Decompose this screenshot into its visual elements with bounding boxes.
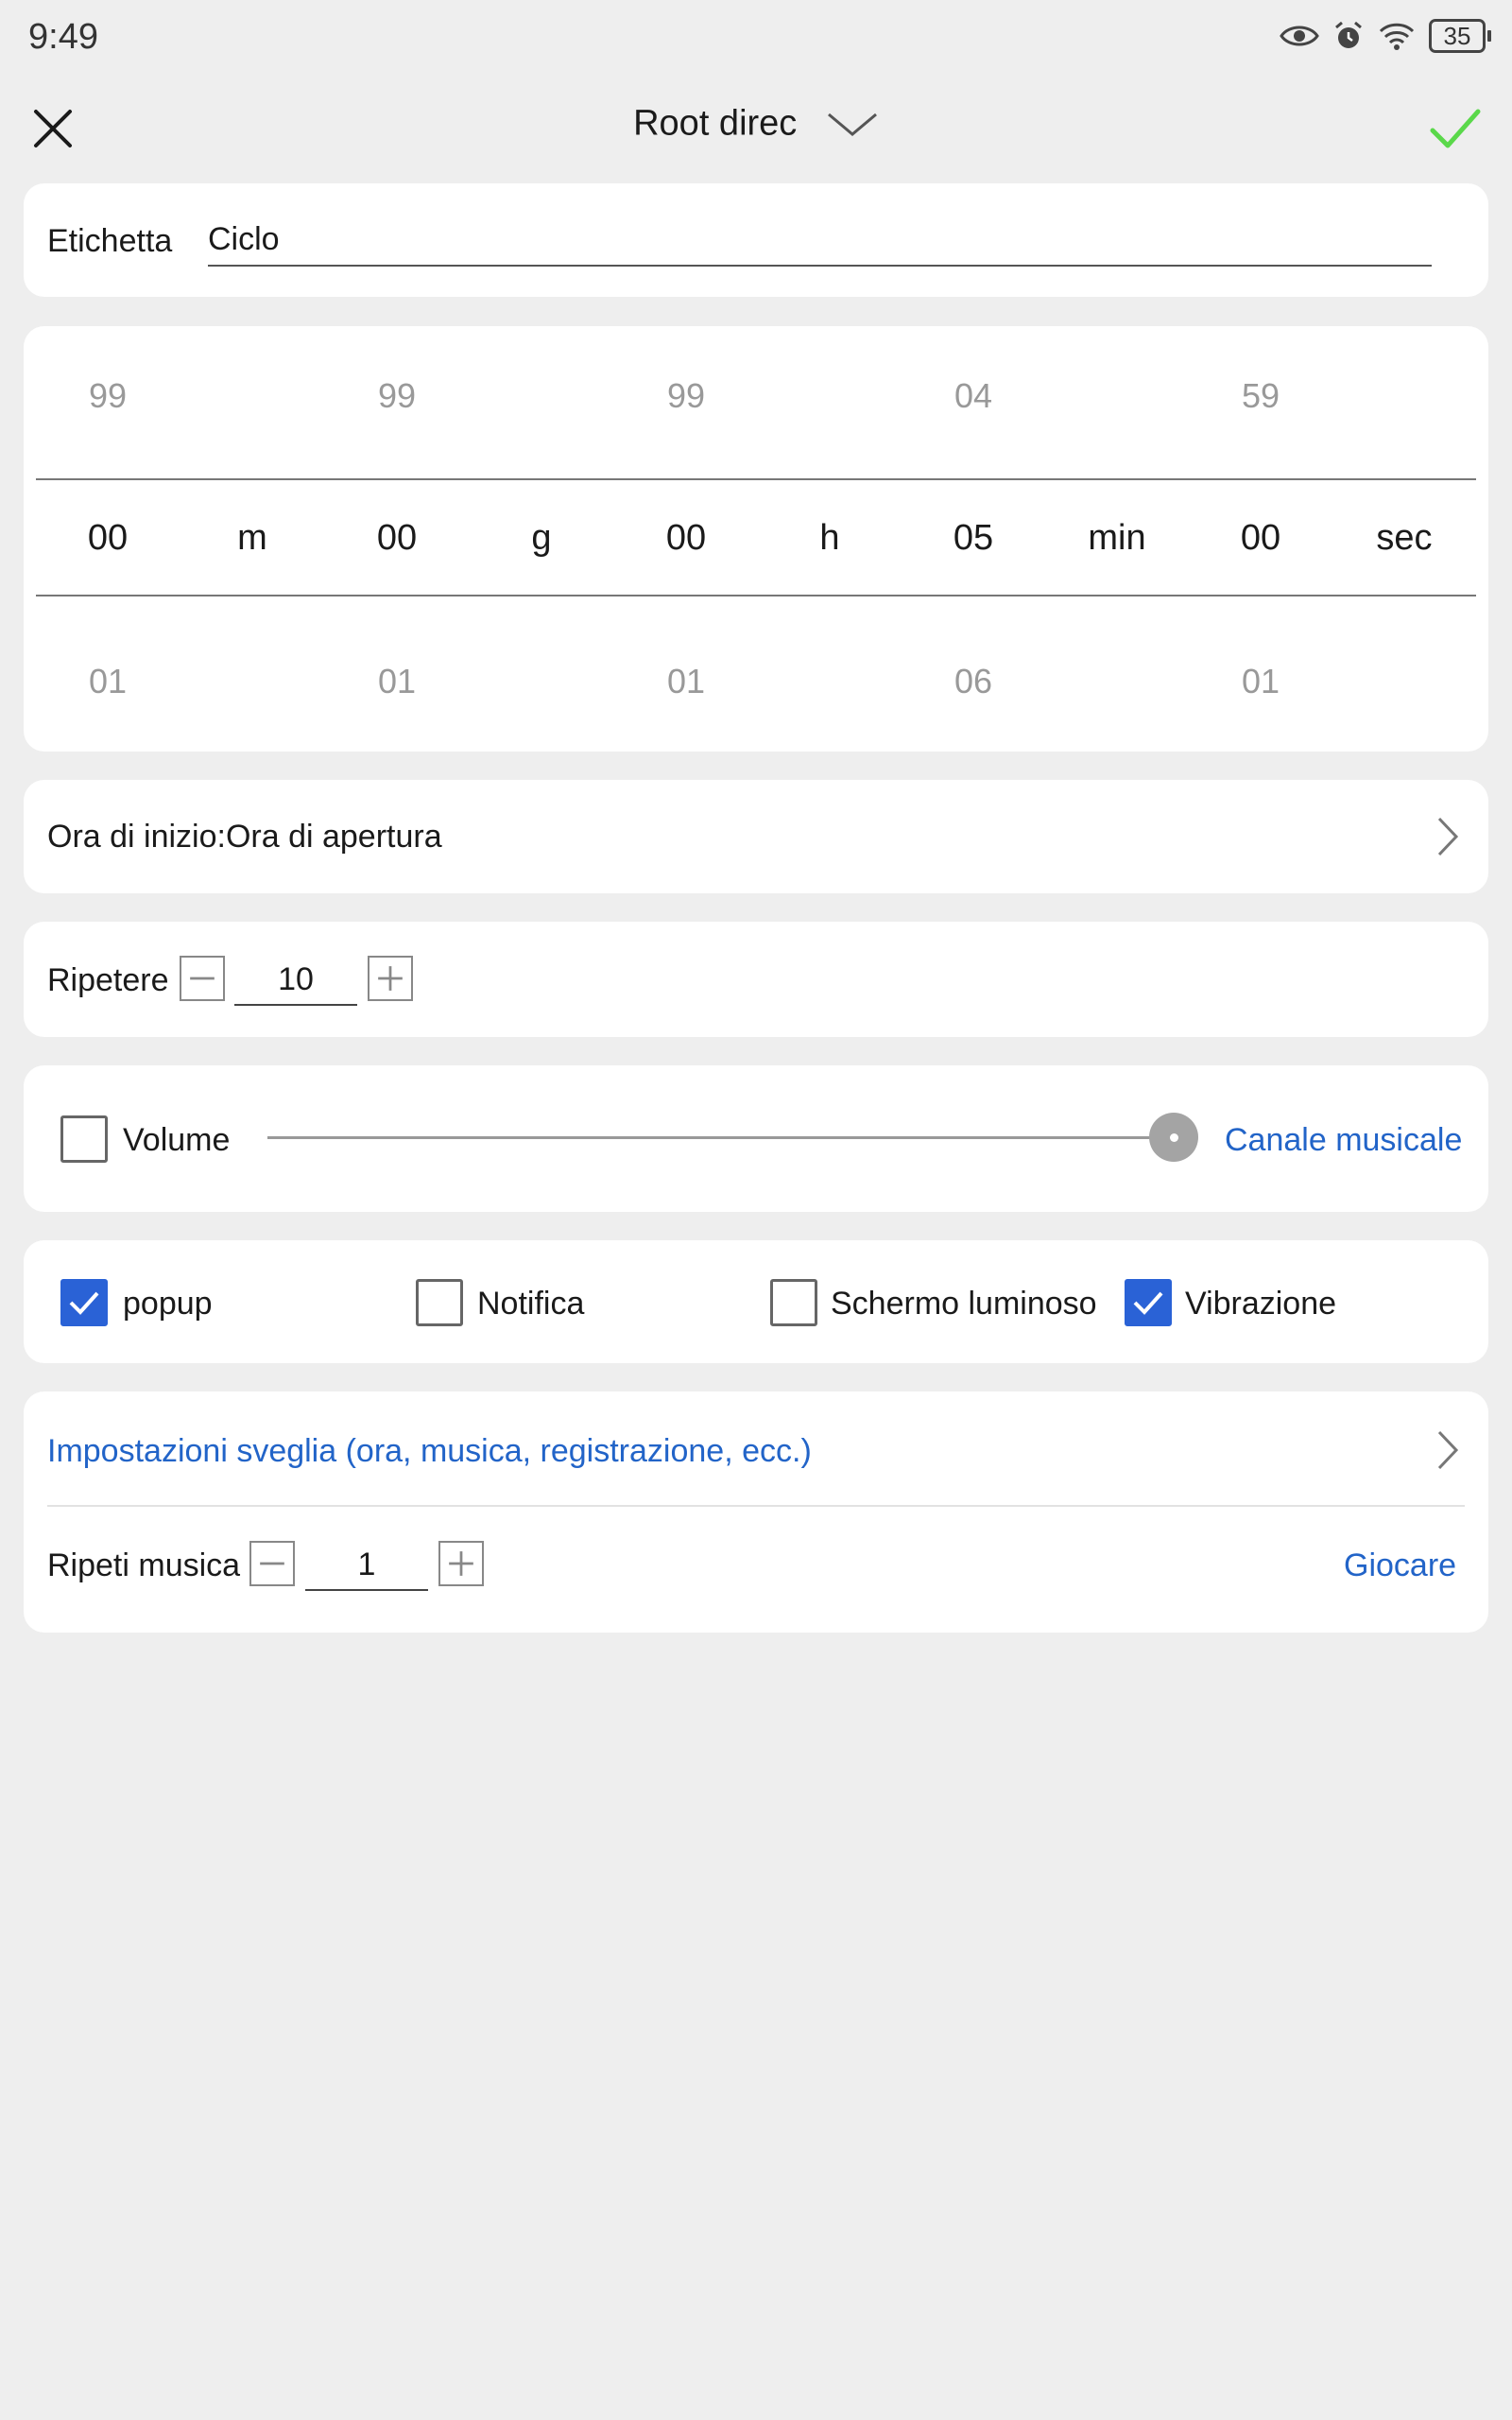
repeat-label: Ripetere [47,962,169,998]
volume-label: Volume [123,1122,231,1158]
chevron-down-icon[interactable] [826,110,879,138]
picker-above-value[interactable]: 59 [1204,376,1317,416]
picker-below-value[interactable]: 01 [340,662,454,701]
check-icon [1133,1291,1163,1315]
picker-unit-label: min [1088,518,1146,558]
label-caption: Etichetta [47,223,173,259]
eye-icon [1280,26,1319,46]
picker-selected-value[interactable]: 00 [629,518,743,559]
picker-unit-label: g [531,518,552,558]
picker-below-value[interactable]: 01 [1204,662,1317,701]
status-time: 9:49 [28,17,98,57]
wifi-icon [1379,23,1415,50]
picker-above-value[interactable]: 04 [917,376,1030,416]
alarm-settings-link[interactable]: Impostazioni sveglia (ora, musica, regis… [47,1433,812,1470]
label-input[interactable] [208,214,1432,267]
divider [47,1505,1465,1507]
notification-label: Notifica [477,1286,585,1322]
alarm-settings-card [24,1392,1488,1633]
picker-below-value[interactable]: 01 [629,662,743,701]
picker-unit-label: h [819,518,840,558]
picker-selected-value[interactable]: 05 [917,518,1030,559]
volume-checkbox[interactable] [60,1115,108,1163]
battery-icon: 35 [1429,19,1491,53]
picker-above-value[interactable]: 99 [340,376,454,416]
bright-screen-checkbox[interactable] [770,1279,817,1326]
picker-below-value[interactable]: 01 [51,662,164,701]
picker-selected-value[interactable]: 00 [1204,518,1317,559]
vibration-checkbox[interactable] [1125,1279,1172,1326]
picker-divider-bottom [36,595,1476,596]
alarm-icon [1335,21,1362,48]
picker-selected-value[interactable]: 00 [340,518,454,559]
popup-label: popup [123,1286,213,1322]
play-link[interactable]: Giocare [1344,1547,1456,1584]
bright-screen-label: Schermo luminoso [831,1286,1097,1322]
picker-unit-label: m [237,518,267,558]
repeat-count-input[interactable] [234,955,357,1006]
start-time-text: Ora di inizio:Ora di apertura [47,819,442,855]
volume-slider-track[interactable] [267,1136,1175,1139]
plus-icon[interactable] [368,956,413,1001]
vibration-label: Vibrazione [1185,1286,1337,1322]
chevron-right-icon[interactable] [1436,1429,1459,1471]
page-title[interactable]: Root direc [0,102,1512,144]
volume-slider-thumb[interactable] [1149,1113,1198,1162]
popup-checkbox[interactable] [60,1279,108,1326]
check-icon[interactable] [1427,104,1484,153]
chevron-right-icon[interactable] [1436,816,1459,857]
picker-below-value[interactable]: 06 [917,662,1030,701]
music-repeat-input[interactable] [305,1540,428,1591]
music-repeat-label: Ripeti musica [47,1547,241,1583]
picker-above-value[interactable]: 99 [629,376,743,416]
picker-unit-label: sec [1376,518,1433,558]
picker-above-value[interactable]: 99 [51,376,164,416]
minus-icon[interactable] [180,956,225,1001]
plus-icon[interactable] [438,1541,484,1586]
status-icons: 35 [1280,19,1491,53]
minus-icon[interactable] [249,1541,295,1586]
picker-selected-value[interactable]: 00 [51,518,164,559]
music-channel-link[interactable]: Canale musicale [1225,1122,1462,1159]
notification-checkbox[interactable] [416,1279,463,1326]
picker-divider-top [36,478,1476,480]
title-text: Root direc [633,103,798,144]
check-icon [69,1291,99,1315]
